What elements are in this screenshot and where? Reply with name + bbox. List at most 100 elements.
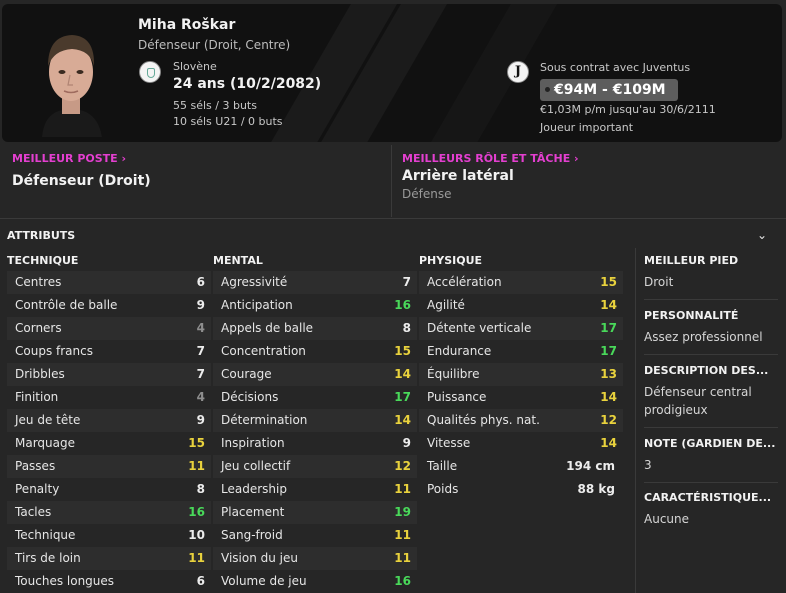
player-portrait [32,22,110,137]
technical-attribute-row[interactable]: Dribbles 7 [7,363,211,386]
attribute-value: 16 [394,574,411,588]
attribute-name: Vitesse [427,436,471,450]
mental-attribute-row[interactable]: Détermination 14 [213,409,417,432]
attribute-value: 15 [600,275,617,289]
physical-attribute-row[interactable]: Équilibre 13 [419,363,623,386]
mental-attribute-row[interactable]: Leadership 11 [213,478,417,501]
attribute-value: 4 [196,321,205,335]
best-role-value: Arrière latéral [402,168,514,184]
height-label: Taille [427,459,458,473]
attribute-name: Courage [221,367,272,381]
mental-attribute-row[interactable]: Décisions 17 [213,386,417,409]
media-description-value: Défenseur central prodigieux [644,385,752,417]
attribute-value: 16 [188,505,205,519]
technical-attribute-row[interactable]: Marquage 15 [7,432,211,455]
technical-attribute-row[interactable]: Contrôle de balle 9 [7,294,211,317]
best-role-link[interactable]: MEILLEURS RÔLE ET TÂCHE › [402,152,579,165]
attribute-name: Marquage [15,436,76,450]
slovenia-flag-icon[interactable] [139,61,161,83]
physical-attribute-row[interactable]: Qualités phys. nat. 12 [419,409,623,432]
weight-label: Poids [427,482,459,496]
attribute-name: Anticipation [221,298,293,312]
technical-attribute-row[interactable]: Technique 10 [7,524,211,547]
attribute-value: 17 [600,344,617,358]
mental-attribute-row[interactable]: Inspiration 9 [213,432,417,455]
mental-attribute-row[interactable]: Courage 14 [213,363,417,386]
player-traits-label[interactable]: CARACTÉRISTIQUE... [644,491,780,504]
physical-attribute-row[interactable]: Vitesse 14 [419,432,623,455]
best-position-link[interactable]: MEILLEUR POSTE › [12,152,126,165]
physical-attributes-list: Accélération 15 Agilité 14 Détente verticale… [419,271,623,455]
attribute-value: 19 [394,505,411,519]
technical-attribute-row[interactable]: Centres 6 [7,271,211,294]
physical-attribute-row[interactable]: Agilité 14 [419,294,623,317]
contract-info: Sous contrat avec Juventus [540,61,691,74]
best-position-value: Défenseur (Droit) [12,173,151,189]
physical-attribute-row[interactable]: Accélération 15 [419,271,623,294]
player-traits-value: Aucune [644,512,690,526]
physical-attribute-row[interactable]: Puissance 14 [419,386,623,409]
attribute-name: Détermination [221,413,308,427]
attribute-value: 8 [196,482,205,496]
mental-attribute-row[interactable]: Placement 19 [213,501,417,524]
goalkeeper-rating: NOTE (GARDIEN DE... 3 [644,437,780,474]
mental-attribute-row[interactable]: Vision du jeu 11 [213,547,417,570]
player-header-card: Miha Roškar Défenseur (Droit, Centre) Sl… [2,4,782,142]
mental-attribute-row[interactable]: Anticipation 16 [213,294,417,317]
attribute-value: 4 [196,390,205,404]
mental-attribute-row[interactable]: Sang-froid 11 [213,524,417,547]
goalkeeper-rating-label[interactable]: NOTE (GARDIEN DE... [644,437,780,450]
attribute-name: Accélération [427,275,502,289]
transfer-value-tag[interactable]: €94M - €109M [540,79,678,101]
attribute-value: 11 [394,551,411,565]
attribute-name: Dribbles [15,367,65,381]
mental-attribute-row[interactable]: Agressivité 7 [213,271,417,294]
technical-attribute-row[interactable]: Finition 4 [7,386,211,409]
side-separator [644,299,778,300]
personality-value: Assez professionnel [644,330,763,344]
attribute-name: Puissance [427,390,487,404]
attribute-value: 9 [196,413,205,427]
attribute-name: Détente verticale [427,321,532,335]
attribute-name: Jeu collectif [221,459,291,473]
physical-attribute-row[interactable]: Détente verticale 17 [419,317,623,340]
preferred-foot-label: MEILLEUR PIED [644,254,739,267]
juventus-badge-icon[interactable]: J [507,61,529,83]
technical-attribute-row[interactable]: Passes 11 [7,455,211,478]
attribute-value: 17 [600,321,617,335]
weight-value: 88 kg [577,482,615,496]
physical-attribute-row[interactable]: Endurance 17 [419,340,623,363]
technical-attribute-row[interactable]: Tacles 16 [7,501,211,524]
technical-attribute-row[interactable]: Corners 4 [7,317,211,340]
attribute-name: Tacles [15,505,52,519]
attribute-name: Technique [15,528,76,542]
attribute-name: Agilité [427,298,465,312]
mental-attribute-row[interactable]: Concentration 15 [213,340,417,363]
attribute-value: 12 [600,413,617,427]
technical-attribute-row[interactable]: Touches longues 6 [7,570,211,593]
attribute-name: Passes [15,459,56,473]
technical-attribute-row[interactable]: Jeu de tête 9 [7,409,211,432]
media-description-label[interactable]: DESCRIPTION DES... [644,364,780,377]
attribute-value: 7 [402,275,411,289]
player-positions: Défenseur (Droit, Centre) [138,38,291,52]
attribute-name: Jeu de tête [15,413,81,427]
best-role-duty: Défense [402,187,452,201]
technical-attribute-row[interactable]: Penalty 8 [7,478,211,501]
technical-attribute-row[interactable]: Tirs de loin 11 [7,547,211,570]
mental-attribute-row[interactable]: Appels de balle 8 [213,317,417,340]
height-value: 194 cm [566,459,615,473]
attribute-name: Volume de jeu [221,574,307,588]
attribute-name: Placement [221,505,285,519]
mental-attributes-list: Agressivité 7 Anticipation 16 Appels de ball… [213,271,417,593]
mental-attribute-row[interactable]: Volume de jeu 16 [213,570,417,593]
technical-attribute-row[interactable]: Coups francs 7 [7,340,211,363]
player-age: 24 ans (10/2/2082) [173,76,322,92]
attribute-name: Contrôle de balle [15,298,118,312]
side-separator [644,482,778,483]
attribute-value: 16 [394,298,411,312]
mental-attribute-row[interactable]: Jeu collectif 12 [213,455,417,478]
attribute-name: Appels de balle [221,321,314,335]
chevron-down-icon[interactable]: ⌄ [757,228,767,242]
attribute-name: Corners [15,321,62,335]
